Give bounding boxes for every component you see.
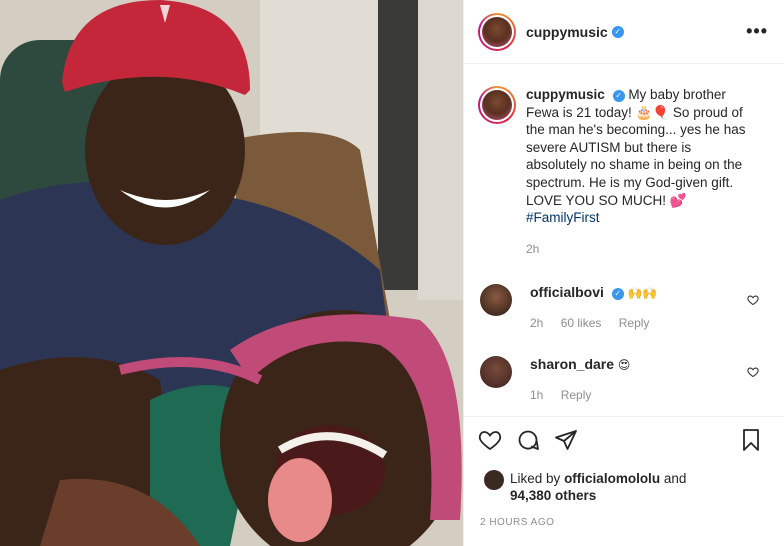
comment-body: sharon_dare 😍 1h Reply — [530, 356, 630, 402]
likes-summary: Liked by officialomololu and 94,380 othe… — [478, 470, 769, 504]
post-date: 2 HOURS AGO — [480, 517, 555, 528]
comment-like-heart-icon[interactable] — [747, 366, 759, 378]
comment-body: officialbovi ✓ 🙌🙌 2h 60 likes Reply — [530, 284, 663, 330]
reply-button[interactable]: Reply — [619, 316, 650, 330]
comment-meta: 1h Reply — [530, 388, 630, 402]
post-header: cuppymusic ✓ ••• — [464, 0, 784, 64]
header-username[interactable]: cuppymusic — [526, 24, 608, 40]
reply-button[interactable]: Reply — [561, 388, 592, 402]
verified-badge-icon: ✓ — [612, 90, 625, 102]
liker-avatar[interactable] — [484, 470, 504, 490]
action-icons — [478, 427, 769, 453]
comment-like-heart-icon[interactable] — [747, 294, 759, 306]
caption-username[interactable]: cuppymusic — [526, 87, 605, 102]
more-icon[interactable]: ••• — [746, 21, 768, 42]
caption: cuppymusic ✓ My baby brother Fewa is 21 … — [464, 64, 784, 258]
post-photo[interactable] — [0, 0, 463, 546]
comment-likes[interactable]: 60 likes — [561, 316, 602, 330]
comment-item: officialbovi ✓ 🙌🙌 2h 60 likes Reply — [464, 284, 784, 330]
liked-by-and: and — [663, 471, 687, 486]
verified-badge-icon: ✓ — [611, 25, 624, 38]
liked-by-user[interactable]: officialomololu — [564, 471, 660, 486]
actions-bar: Liked by officialomololu and 94,380 othe… — [464, 416, 784, 528]
comment-icon[interactable] — [516, 428, 540, 452]
bookmark-icon[interactable] — [739, 428, 763, 452]
comment-avatar[interactable] — [480, 356, 512, 389]
caption-text-block: cuppymusic ✓ My baby brother Fewa is 21 … — [526, 86, 752, 258]
liked-by-prefix: Liked by — [510, 471, 561, 486]
comment-time: 1h — [530, 388, 544, 403]
caption-body: My baby brother Fewa is 21 today! 🎂🎈 So … — [526, 87, 746, 208]
comment-time: 2h — [530, 316, 544, 331]
avatar[interactable] — [478, 12, 516, 51]
comment-text: 🙌🙌 — [627, 286, 658, 301]
others-count[interactable]: 94,380 others — [510, 488, 596, 503]
comment-username[interactable]: officialbovi — [530, 284, 604, 300]
heart-icon[interactable] — [478, 428, 502, 452]
comment-item: sharon_dare 😍 1h Reply — [464, 356, 784, 402]
comment-username[interactable]: sharon_dare — [530, 356, 614, 372]
caption-avatar[interactable] — [478, 86, 516, 124]
hashtag-link[interactable]: #FamilyFirst — [526, 210, 600, 225]
verified-badge-icon: ✓ — [611, 288, 624, 301]
photo-illustration — [0, 0, 463, 546]
comment-text: 😍 — [617, 358, 631, 373]
comment-meta: 2h 60 likes Reply — [530, 316, 663, 330]
paper-plane-icon[interactable] — [554, 428, 578, 452]
comment-avatar[interactable] — [480, 284, 512, 317]
post-detail-panel: cuppymusic ✓ ••• cuppymusic ✓ My baby br… — [463, 0, 784, 546]
caption-timestamp: 2h — [526, 241, 540, 256]
